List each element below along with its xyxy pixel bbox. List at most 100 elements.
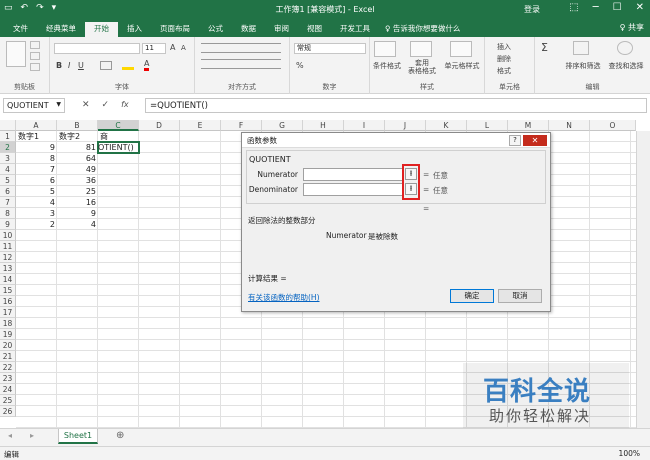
bold-icon[interactable]: B bbox=[56, 61, 62, 70]
insert-function-icon[interactable]: fx bbox=[121, 100, 129, 110]
table-format-icon[interactable] bbox=[410, 41, 432, 57]
row-header[interactable]: 2 bbox=[0, 142, 16, 153]
horizontal-align-icons[interactable] bbox=[201, 59, 281, 69]
row-header[interactable]: 1 bbox=[0, 131, 16, 142]
row-header[interactable]: 8 bbox=[0, 208, 16, 219]
maximize-button[interactable]: ☐ bbox=[613, 2, 622, 13]
grow-font-icon[interactable]: A bbox=[170, 43, 175, 52]
delete-cells-button[interactable]: 删除 bbox=[497, 54, 511, 64]
currency-icon[interactable]: % bbox=[296, 61, 304, 70]
dialog-titlebar[interactable]: 函数参数 ? ✕ bbox=[242, 133, 550, 148]
cell-A5[interactable]: 6 bbox=[16, 175, 57, 186]
column-header[interactable]: E bbox=[180, 120, 221, 131]
name-box[interactable]: QUOTIENT ▼ bbox=[3, 98, 65, 113]
login-link[interactable]: 登录 bbox=[524, 4, 540, 15]
function-help-link[interactable]: 有关该函数的帮助(H) bbox=[248, 292, 320, 303]
cell-B4[interactable]: 49 bbox=[57, 164, 98, 175]
numerator-input[interactable] bbox=[303, 168, 404, 181]
conditional-format-label[interactable]: 条件格式 bbox=[372, 61, 402, 71]
cell-A6[interactable]: 5 bbox=[16, 186, 57, 197]
font-size-input[interactable]: 11 bbox=[142, 43, 166, 54]
tab-formulas[interactable]: 公式 bbox=[199, 22, 232, 37]
sort-filter-label[interactable]: 排序和筛选 bbox=[563, 61, 603, 71]
row-header[interactable]: 5 bbox=[0, 175, 16, 186]
vertical-scrollbar[interactable] bbox=[636, 131, 650, 428]
cell-A2[interactable]: 9 bbox=[16, 142, 57, 153]
cancel-entry-icon[interactable]: ✕ bbox=[82, 100, 90, 110]
tab-page-layout[interactable]: 页面布局 bbox=[151, 22, 199, 37]
row-header[interactable]: 20 bbox=[0, 340, 16, 351]
column-header[interactable]: C bbox=[98, 120, 139, 131]
tab-home[interactable]: 开始 bbox=[85, 22, 118, 37]
cell-B9[interactable]: 4 bbox=[57, 219, 98, 230]
enter-icon[interactable]: ✓ bbox=[102, 100, 110, 110]
column-header[interactable]: A bbox=[16, 120, 57, 131]
paste-icon[interactable] bbox=[6, 41, 26, 67]
row-header[interactable]: 13 bbox=[0, 263, 16, 274]
column-header[interactable]: L bbox=[467, 120, 508, 131]
column-header[interactable]: F bbox=[221, 120, 262, 131]
table-format-label[interactable]: 套用 表格格式 bbox=[404, 59, 440, 75]
cell-A4[interactable]: 7 bbox=[16, 164, 57, 175]
cell-C2[interactable]: OTIENT() bbox=[98, 142, 139, 153]
row-header[interactable]: 19 bbox=[0, 329, 16, 340]
column-header[interactable]: D bbox=[139, 120, 180, 131]
column-header[interactable]: I bbox=[344, 120, 385, 131]
row-header[interactable]: 9 bbox=[0, 219, 16, 230]
column-header[interactable]: H bbox=[303, 120, 344, 131]
row-header[interactable]: 3 bbox=[0, 153, 16, 164]
format-cells-button[interactable]: 格式 bbox=[497, 66, 511, 76]
dialog-help-button[interactable]: ? bbox=[509, 135, 521, 146]
row-header[interactable]: 12 bbox=[0, 252, 16, 263]
minimize-button[interactable]: ─ bbox=[593, 2, 599, 13]
column-header[interactable]: M bbox=[508, 120, 549, 131]
row-header[interactable]: 25 bbox=[0, 395, 16, 406]
ok-button[interactable]: 确定 bbox=[450, 289, 494, 303]
column-header[interactable]: O bbox=[590, 120, 636, 131]
cell-B1[interactable]: 数字2 bbox=[57, 131, 98, 142]
row-header[interactable]: 6 bbox=[0, 186, 16, 197]
chevron-down-icon[interactable]: ▼ bbox=[56, 101, 61, 108]
row-header[interactable]: 7 bbox=[0, 197, 16, 208]
tab-classic-menu[interactable]: 经典菜单 bbox=[37, 22, 85, 37]
cancel-button[interactable]: 取消 bbox=[498, 289, 542, 303]
column-header[interactable]: B bbox=[57, 120, 98, 131]
tab-review[interactable]: 审阅 bbox=[265, 22, 298, 37]
shrink-font-icon[interactable]: A bbox=[181, 44, 186, 52]
row-header[interactable]: 10 bbox=[0, 230, 16, 241]
zoom-level[interactable]: 100% bbox=[619, 449, 640, 458]
tab-developer[interactable]: 开发工具 bbox=[331, 22, 379, 37]
fill-color-icon[interactable] bbox=[122, 61, 134, 70]
cell-A3[interactable]: 8 bbox=[16, 153, 57, 164]
select-all-corner[interactable] bbox=[0, 120, 16, 131]
column-header[interactable]: N bbox=[549, 120, 590, 131]
row-header[interactable]: 23 bbox=[0, 373, 16, 384]
row-header[interactable]: 21 bbox=[0, 351, 16, 362]
font-color-icon[interactable]: A bbox=[144, 59, 150, 71]
sheet-nav-prev-icon[interactable]: ◂ bbox=[8, 431, 12, 440]
row-header[interactable]: 11 bbox=[0, 241, 16, 252]
cell-styles-icon[interactable] bbox=[450, 41, 472, 57]
number-format-select[interactable]: 常规 bbox=[294, 43, 366, 54]
insert-cells-button[interactable]: 插入 bbox=[497, 42, 511, 52]
row-header[interactable]: 16 bbox=[0, 296, 16, 307]
cut-icon[interactable] bbox=[30, 41, 40, 49]
row-header[interactable]: 15 bbox=[0, 285, 16, 296]
row-header[interactable]: 18 bbox=[0, 318, 16, 329]
vertical-align-icons[interactable] bbox=[201, 43, 281, 53]
font-name-input[interactable] bbox=[54, 43, 140, 54]
cell-B2[interactable]: 81 bbox=[57, 142, 98, 153]
dialog-close-button[interactable]: ✕ bbox=[523, 135, 547, 146]
cell-B7[interactable]: 16 bbox=[57, 197, 98, 208]
share-button[interactable]: ♀ 共享 bbox=[620, 22, 644, 33]
row-header[interactable]: 14 bbox=[0, 274, 16, 285]
cell-B8[interactable]: 9 bbox=[57, 208, 98, 219]
row-header[interactable]: 26 bbox=[0, 406, 16, 417]
sort-filter-icon[interactable] bbox=[573, 41, 589, 55]
row-header[interactable]: 4 bbox=[0, 164, 16, 175]
cell-B3[interactable]: 64 bbox=[57, 153, 98, 164]
close-button[interactable]: ✕ bbox=[636, 2, 644, 13]
add-sheet-icon[interactable]: ⊕ bbox=[116, 430, 124, 441]
find-select-label[interactable]: 查找和选择 bbox=[605, 61, 647, 71]
tab-view[interactable]: 视图 bbox=[298, 22, 331, 37]
